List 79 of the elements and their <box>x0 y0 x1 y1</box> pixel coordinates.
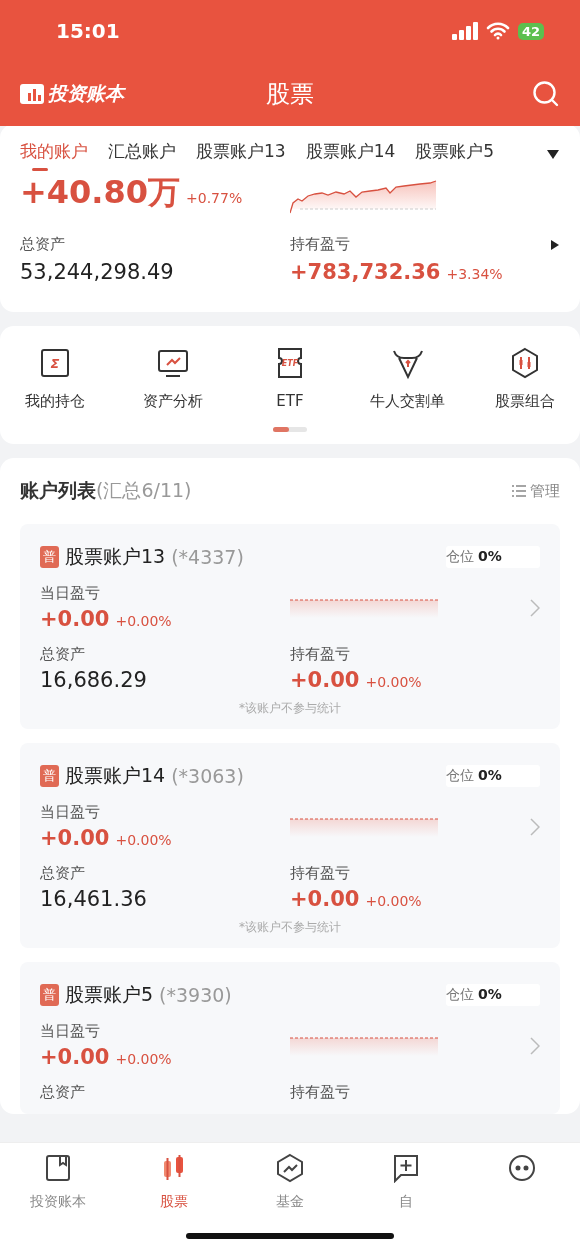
total-assets-label: 总资产 <box>40 864 86 883</box>
account-name: 股票账户14 <box>65 763 166 788</box>
section-count: (汇总6/11) <box>96 478 192 503</box>
account-name: 股票账户13 <box>65 544 166 569</box>
trend-hexagon-icon <box>275 1153 305 1183</box>
holding-profit-value: +0.00 <box>290 887 360 911</box>
excluded-note: *该账户不参与统计 <box>239 919 341 936</box>
account-number: (*4337) <box>171 546 244 568</box>
account-type-tag: 普 <box>40 546 59 568</box>
logo-icon <box>20 83 44 105</box>
today-percent: +0.77% <box>186 190 243 206</box>
holding-profit-value: +783,732.36 <box>290 260 441 284</box>
account-card[interactable]: 普 股票账户14 (*3063) 仓位 0% 当日盈亏 +0.00 +0.00% 总资产 16,461.36 持有盈亏 +0.00 +0.00% *该账户不参与统计 <box>20 743 560 948</box>
list-icon <box>512 485 526 497</box>
account-tab[interactable]: 股票账户5 <box>415 136 495 171</box>
section-title: 账户列表 <box>20 478 96 503</box>
daily-profit-label: 当日盈亏 <box>40 1022 101 1041</box>
add-note-icon <box>391 1153 421 1183</box>
shortcut-button[interactable]: ETF ETF <box>235 346 345 411</box>
holding-profit-percent: +0.00% <box>365 893 422 909</box>
holding-profit-label: 持有盈亏 <box>290 235 350 254</box>
daily-profit-value: +0.00 <box>40 826 110 850</box>
status-time: 15:01 <box>56 19 120 43</box>
shortcut-button[interactable]: Σ 我的持仓 <box>0 346 110 411</box>
play-arrow-icon[interactable] <box>550 238 560 251</box>
account-number: (*3930) <box>159 984 232 1006</box>
account-tab[interactable]: 我的账户 <box>20 136 88 171</box>
position-field: 仓位 0% <box>446 984 540 1006</box>
account-tab[interactable]: 汇总账户 <box>108 136 176 171</box>
account-type-tag: 普 <box>40 984 59 1006</box>
shortcut-button[interactable]: 牛人交割单 <box>352 346 463 411</box>
shortcut-button[interactable]: 资产分析 <box>117 346 228 411</box>
total-assets-label: 总资产 <box>40 1083 86 1102</box>
holding-profit-label: 持有盈亏 <box>290 864 351 883</box>
sigma-icon: Σ <box>38 346 72 380</box>
shortcut-button[interactable]: 股票组合 <box>470 346 580 411</box>
holding-profit-percent: +0.00% <box>365 674 422 690</box>
dropdown-caret-icon[interactable] <box>546 147 560 160</box>
book-icon <box>43 1153 73 1183</box>
account-card[interactable]: 普 股票账户13 (*4337) 仓位 0% 当日盈亏 +0.00 +0.00% 总资产 16,686.29 持有盈亏 +0.00 +0.00% *该账户不参与统计 <box>20 524 560 729</box>
daily-profit-percent: +0.00% <box>115 832 172 848</box>
account-type-tag: 普 <box>40 765 59 787</box>
total-assets-label: 总资产 <box>40 645 86 664</box>
search-icon[interactable] <box>532 80 560 108</box>
daily-profit-percent: +0.00% <box>115 613 172 629</box>
today-profit: +40.80万 <box>20 172 181 213</box>
daily-profit-label: 当日盈亏 <box>40 803 101 822</box>
nav-tab[interactable]: 投资账本 <box>13 1153 103 1213</box>
chat-bubble-icon <box>507 1153 537 1183</box>
total-assets-value: 53,244,298.49 <box>20 260 175 284</box>
account-name: 股票账户5 <box>65 982 154 1007</box>
daily-profit-value: +0.00 <box>40 1045 110 1069</box>
page-indicator <box>273 427 307 432</box>
excluded-note: *该账户不参与统计 <box>239 700 341 717</box>
nav-tab[interactable]: 股票 <box>129 1153 219 1213</box>
wifi-icon <box>485 22 510 40</box>
daily-profit-label: 当日盈亏 <box>40 584 101 603</box>
total-assets-label: 总资产 <box>20 235 66 254</box>
page-title: 股票 <box>266 79 314 110</box>
total-assets-value: 16,461.36 <box>40 887 148 911</box>
signal-icon <box>451 22 478 40</box>
daily-profit-value: +0.00 <box>40 607 110 631</box>
holding-profit-label: 持有盈亏 <box>290 1083 351 1102</box>
position-field: 仓位 0% <box>446 546 540 568</box>
position-field: 仓位 0% <box>446 765 540 787</box>
account-tab[interactable]: 股票账户13 <box>196 136 286 171</box>
account-number: (*3063) <box>171 765 244 787</box>
nav-tab[interactable]: 基金 <box>245 1153 335 1213</box>
app-logo-text: 投资账本 <box>48 81 124 106</box>
holding-profit-label: 持有盈亏 <box>290 645 351 664</box>
account-tab[interactable]: 股票账户14 <box>305 136 396 171</box>
daily-profit-percent: +0.00% <box>115 1051 172 1067</box>
manage-button[interactable]: 管理 <box>512 481 560 501</box>
battery-level: 42 <box>517 22 544 40</box>
total-assets-value: 16,686.29 <box>40 668 148 692</box>
holding-profit-percent: +3.34% <box>446 266 503 282</box>
account-card[interactable]: 普 股票账户5 (*3930) 仓位 0% 当日盈亏 +0.00 +0.00% 总资产 持有盈亏 <box>20 962 560 1114</box>
holding-profit-value: +0.00 <box>290 668 360 692</box>
nav-tab[interactable]: 自 <box>361 1153 451 1213</box>
